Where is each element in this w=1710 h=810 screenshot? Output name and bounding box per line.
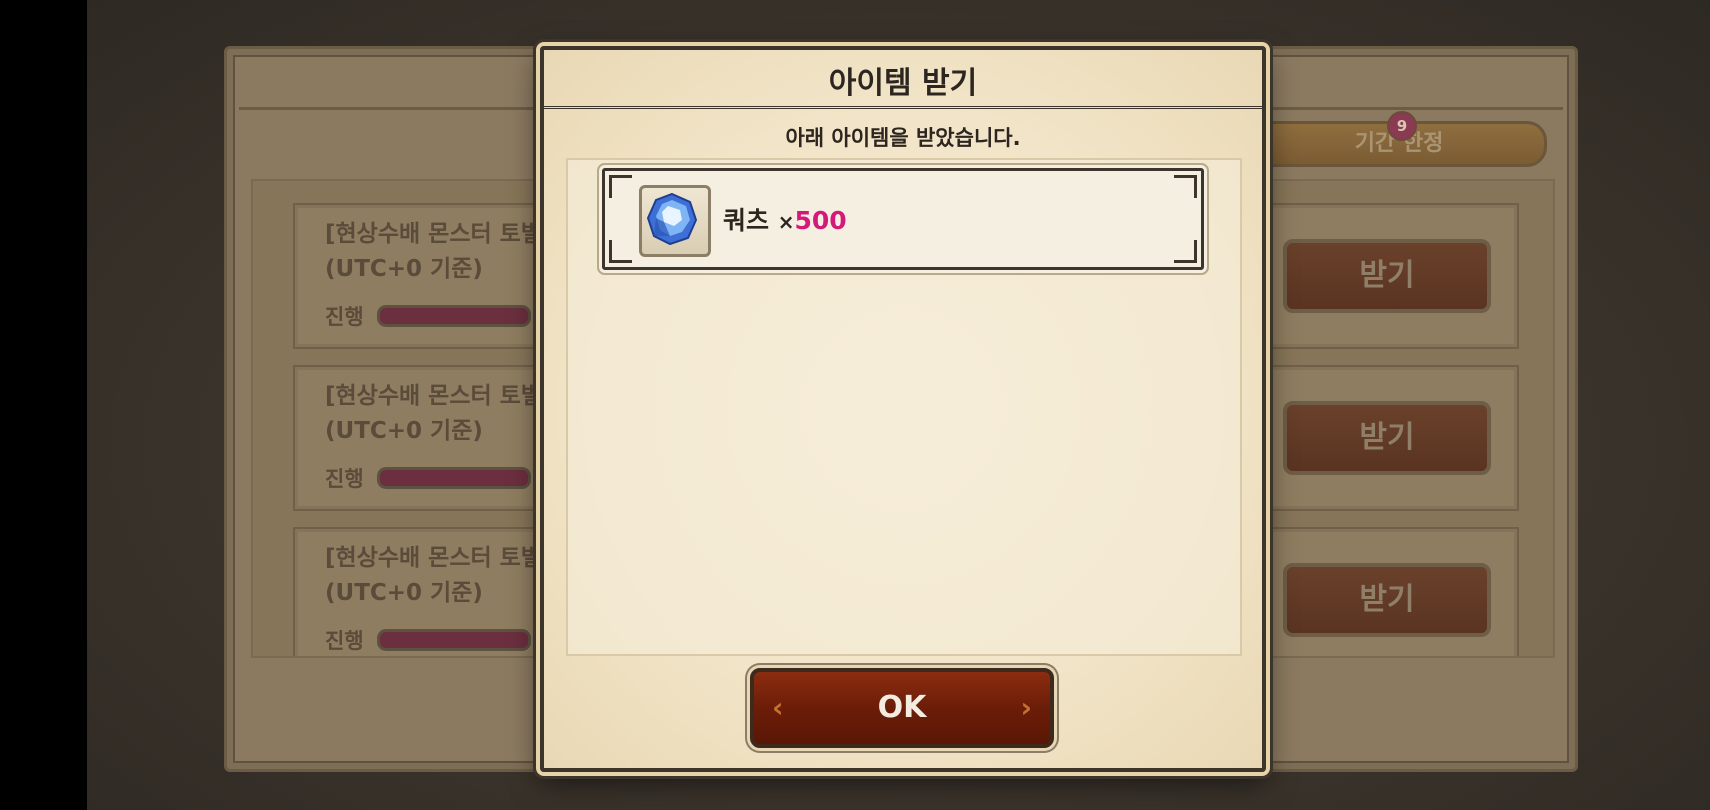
item-label: 쿼츠 ×500	[723, 201, 847, 237]
dialog-title: 아이템 받기	[828, 66, 978, 101]
progress-label: 진행	[325, 305, 364, 329]
quest-subtitle: (UTC+0 기준)	[325, 256, 483, 282]
reward-item: 쿼츠 ×500	[602, 168, 1204, 270]
ok-button[interactable]: ‹ OK ›	[750, 668, 1054, 748]
claim-button[interactable]: 받기	[1283, 563, 1491, 637]
item-quantity: 500	[794, 206, 847, 235]
chevron-right-icon: ›	[1020, 691, 1032, 724]
frame-corner	[609, 175, 632, 198]
reward-dialog: 아이템 받기 아래 아이템을 받았습니다. 쿼츠 ×500 ‹ OK ›	[540, 46, 1266, 772]
ok-label: OK	[877, 690, 927, 725]
dialog-title-bar: 아이템 받기	[544, 50, 1262, 109]
dialog-message: 아래 아이템을 받았습니다.	[785, 126, 1021, 150]
chevron-left-icon: ‹	[772, 691, 784, 724]
quest-title: [현상수배 몬스터 토벌]	[325, 383, 553, 409]
frame-corner	[1174, 175, 1197, 198]
item-name: 쿼츠	[723, 206, 770, 235]
quest-subtitle: (UTC+0 기준)	[325, 418, 483, 444]
frame-corner	[609, 240, 632, 263]
claim-button[interactable]: 받기	[1283, 401, 1491, 475]
progress-bar	[377, 467, 531, 489]
progress-label: 진행	[325, 629, 364, 653]
letterbox	[0, 0, 87, 810]
progress-label: 진행	[325, 467, 364, 491]
item-multiplier: ×	[777, 210, 795, 234]
progress-bar	[377, 629, 531, 651]
quest-title: [현상수배 몬스터 토벌]	[325, 221, 553, 247]
progress-bar	[377, 305, 531, 327]
quest-title: [현상수배 몬스터 토벌]	[325, 545, 553, 571]
quest-subtitle: (UTC+0 기준)	[325, 580, 483, 606]
tab-badge: 9	[1387, 111, 1417, 141]
reward-list[interactable]: 쿼츠 ×500	[566, 158, 1242, 656]
quartz-gem-icon	[639, 185, 711, 257]
claim-button[interactable]: 받기	[1283, 239, 1491, 313]
frame-corner	[1174, 240, 1197, 263]
